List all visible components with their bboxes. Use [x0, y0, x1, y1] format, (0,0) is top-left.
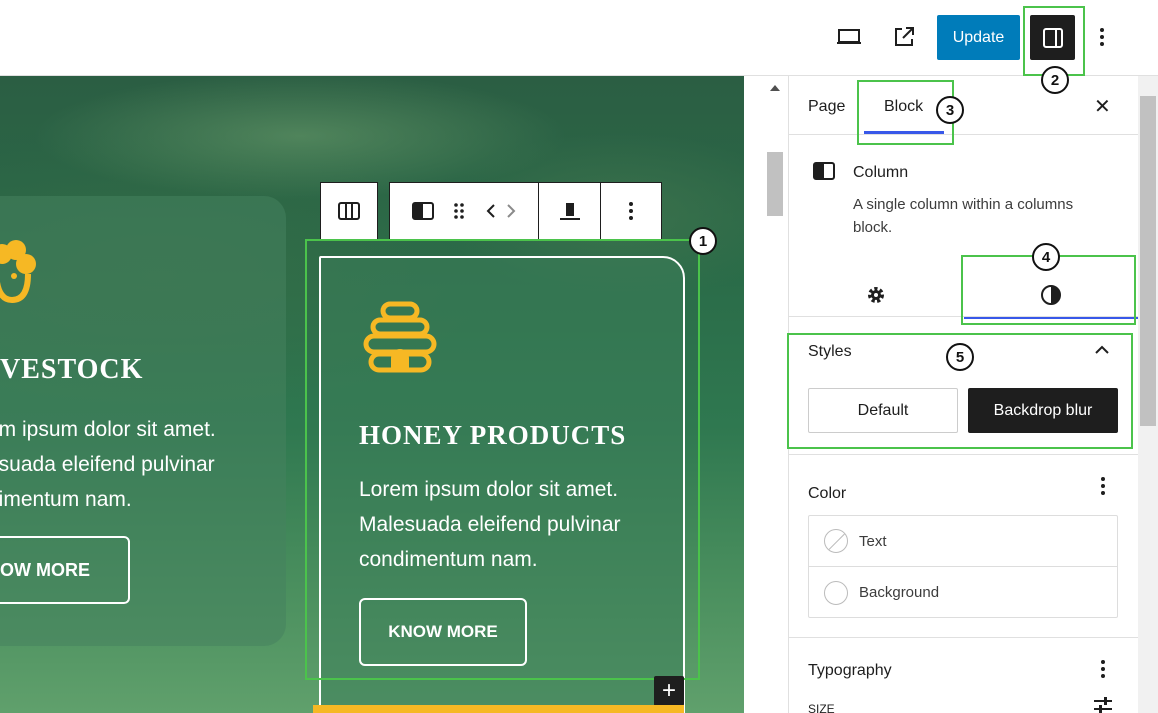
typography-panel: Typography SIZE	[789, 638, 1138, 713]
card-text: em ipsum dolor sit amet. esuada eleifend…	[0, 412, 267, 517]
color-option-label: Background	[859, 584, 940, 601]
card-bottom-bar	[313, 705, 684, 713]
card-title: VESTOCK	[0, 354, 144, 385]
block-description: A single column within a columns block.	[853, 196, 1074, 236]
livestock-card[interactable]: VESTOCK em ipsum dolor sit amet. esuada …	[0, 196, 286, 646]
empty-swatch-icon	[824, 580, 848, 605]
sheep-icon	[0, 240, 36, 304]
annotation-marker: 4	[1032, 243, 1060, 271]
block-title: Column	[853, 164, 909, 181]
canvas-scrollbar-thumb[interactable]	[767, 152, 783, 216]
annotation-marker: 1	[689, 227, 717, 255]
color-background-option[interactable]: Background	[809, 567, 1117, 618]
selected-block-highlight	[305, 239, 700, 680]
drag-handle-icon[interactable]	[453, 201, 465, 221]
know-more-button[interactable]: KNOW MORE	[0, 536, 130, 604]
color-option-label: Text	[859, 532, 887, 550]
gear-icon	[868, 287, 884, 303]
add-block-button[interactable]: +	[654, 676, 684, 706]
tab-settings[interactable]	[789, 273, 963, 317]
update-button[interactable]: Update	[937, 15, 1020, 60]
block-toolbar	[389, 182, 662, 240]
card-text-line: em ipsum dolor sit amet.	[0, 418, 216, 441]
select-parent-button[interactable]	[321, 183, 377, 239]
block-mover-group	[390, 183, 540, 239]
columns-icon	[338, 202, 360, 220]
close-sidebar-button[interactable]: ✕	[1094, 94, 1111, 119]
color-options-list: Text Background	[808, 515, 1118, 618]
block-options-button[interactable]	[601, 183, 661, 239]
annotation-marker: 3	[936, 96, 964, 124]
editor-canvas[interactable]: VESTOCK em ipsum dolor sit amet. esuada …	[0, 76, 744, 713]
sidebar-scrollbar-thumb[interactable]	[1140, 96, 1156, 426]
tab-page[interactable]: Page	[808, 98, 845, 116]
empty-swatch-icon	[824, 529, 848, 553]
external-link-icon[interactable]	[889, 22, 919, 52]
vertical-align-button[interactable]	[539, 183, 602, 239]
annotation-marker: 2	[1041, 66, 1069, 94]
annotation-marker: 5	[946, 343, 974, 371]
more-options-icon[interactable]	[1100, 476, 1106, 496]
typography-title: Typography	[808, 662, 892, 679]
column-block-icon[interactable]	[411, 202, 434, 220]
more-options-icon[interactable]	[1087, 22, 1117, 52]
color-title: Color	[808, 485, 847, 502]
card-text-line: esuada eleifend pulvinar	[0, 453, 215, 476]
more-options-icon	[629, 202, 634, 220]
scroll-up-arrow-icon[interactable]	[769, 84, 781, 92]
column-block-icon	[813, 162, 835, 180]
align-bottom-icon	[559, 203, 580, 220]
move-left-right-icon[interactable]	[485, 202, 517, 220]
color-text-option[interactable]: Text	[809, 516, 1117, 567]
size-label: SIZE	[808, 702, 835, 713]
custom-size-settings-icon[interactable]	[1093, 696, 1113, 713]
more-options-icon[interactable]	[1100, 659, 1106, 679]
editor-topbar: Update	[0, 0, 1158, 76]
desktop-preview-icon[interactable]	[834, 22, 864, 52]
parent-block-toolbar	[320, 182, 378, 240]
sidebar-scrollbar-track	[1138, 76, 1158, 713]
card-text-line: dimentum nam.	[0, 488, 132, 511]
